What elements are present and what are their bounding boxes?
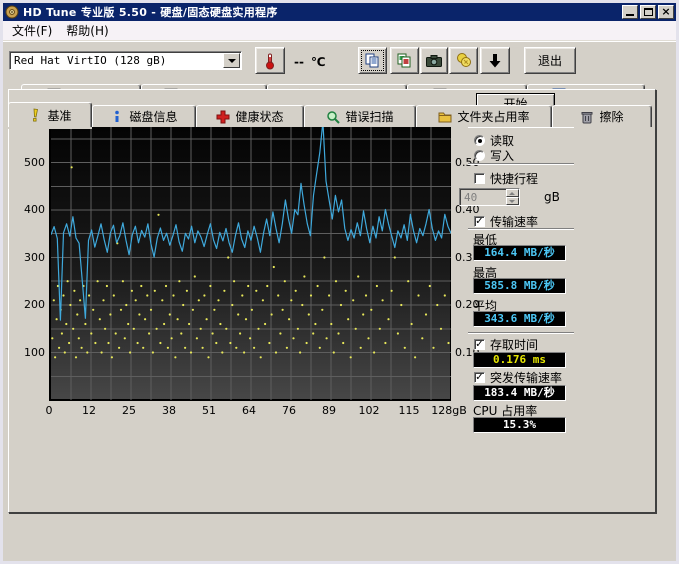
axis-tick-label: 100 <box>11 346 45 359</box>
axis-tick-label: 89 <box>322 404 336 417</box>
write-radio[interactable]: 写入 <box>474 147 514 164</box>
short-stroke-size-value: 40 <box>460 189 506 205</box>
chevron-up-icon <box>509 192 515 195</box>
separator <box>468 163 574 165</box>
tab-benchmark[interactable]: 基准 <box>8 102 92 127</box>
axis-tick-label: 0 <box>46 404 53 417</box>
window-title: HD Tune 专业版 5.50 - 硬盘/固态硬盘实用程序 <box>23 4 620 20</box>
chart-canvas <box>51 115 451 400</box>
axis-tick-label: 38 <box>162 404 176 417</box>
close-button[interactable]: × <box>658 5 674 19</box>
short-stroke-size-stepper[interactable]: 40 <box>459 188 520 206</box>
info-icon <box>110 110 124 124</box>
maximize-icon <box>644 8 653 16</box>
menu-file[interactable]: 文件(F) <box>5 20 59 41</box>
burst-rate-label: 突发传输速率 <box>490 369 562 386</box>
burst-rate-display: 183.4 MB/秒 <box>473 385 566 401</box>
tab-error-scan[interactable]: 错误扫描 <box>304 105 416 127</box>
checkbox-icon: ✓ <box>474 216 485 227</box>
checkbox-icon: ✓ <box>474 339 485 350</box>
axis-tick-label: 300 <box>11 251 45 264</box>
tab-erase[interactable]: 擦除 <box>552 105 652 127</box>
health-cross-icon <box>216 110 230 124</box>
tab-disk-info[interactable]: 磁盘信息 <box>92 105 196 127</box>
write-radio-label: 写入 <box>490 147 514 164</box>
close-icon: × <box>659 5 673 19</box>
minimize-button[interactable] <box>622 5 638 19</box>
benchmark-icon <box>28 108 42 122</box>
axis-tick-label: 51 <box>202 404 216 417</box>
tab-label: 磁盘信息 <box>129 108 177 125</box>
burst-rate-checkbox[interactable]: ✓ 突发传输速率 <box>474 369 562 386</box>
benchmark-controls: 开始 读取 写入 快捷行程 40 <box>459 90 580 514</box>
short-stroke-unit: gB <box>544 190 560 204</box>
tab-label: 文件夹占用率 <box>457 108 529 125</box>
tab-label: 擦除 <box>599 108 623 125</box>
checkbox-icon: ✓ <box>474 372 485 383</box>
checkbox-icon <box>474 173 485 184</box>
app-frame: HD Tune 专业版 5.50 - 硬盘/固态硬盘实用程序 × 文件(F) 帮… <box>3 3 676 561</box>
access-time-display: 0.176 ms <box>473 352 566 368</box>
separator <box>468 332 574 334</box>
axis-tick-label: 25 <box>122 404 136 417</box>
access-time-checkbox[interactable]: ✓ 存取时间 <box>474 336 538 353</box>
axis-tick-label: 115 <box>399 404 420 417</box>
app-icon <box>5 5 19 19</box>
stepper-down-button[interactable] <box>506 197 519 205</box>
min-value-display: 164.4 MB/秒 <box>473 245 566 261</box>
tab-row-front: 基准 磁盘信息 健康状态 <box>8 105 658 127</box>
menu-help[interactable]: 帮助(H) <box>59 20 115 41</box>
chevron-down-icon <box>509 200 515 203</box>
tab-folder-usage[interactable]: 文件夹占用率 <box>416 105 552 127</box>
magnifier-icon <box>326 110 340 124</box>
short-stroke-label: 快捷行程 <box>490 170 538 187</box>
cpu-usage-display: 15.3% <box>473 417 566 433</box>
tab-label: 健康状态 <box>235 108 283 125</box>
tab-label: 错误扫描 <box>345 108 393 125</box>
axis-tick-label: 102 <box>359 404 380 417</box>
tab-health[interactable]: 健康状态 <box>196 105 304 127</box>
maximize-button[interactable] <box>640 5 656 19</box>
separator <box>468 228 574 230</box>
window-titlebar: HD Tune 专业版 5.50 - 硬盘/固态硬盘实用程序 × <box>3 3 676 21</box>
avg-value-display: 343.6 MB/秒 <box>473 311 566 327</box>
max-value-display: 585.8 MB/秒 <box>473 278 566 294</box>
benchmark-chart <box>49 114 451 401</box>
axis-tick-label: 400 <box>11 203 45 216</box>
folder-icon <box>438 110 452 124</box>
axis-tick-label: 64 <box>242 404 256 417</box>
axis-tick-label: 500 <box>11 156 45 169</box>
trash-icon <box>580 110 594 124</box>
short-stroke-checkbox[interactable]: 快捷行程 <box>474 170 538 187</box>
benchmark-page: MB/秒 ms 600500400300200100 0.600.500.400… <box>8 89 656 513</box>
minimize-icon <box>626 14 634 16</box>
tab-label: 基准 <box>47 107 71 124</box>
axis-tick-label: 12 <box>82 404 96 417</box>
access-time-label: 存取时间 <box>490 336 538 353</box>
axis-tick-label: 200 <box>11 298 45 311</box>
axis-tick-label: 76 <box>282 404 296 417</box>
stepper-up-button[interactable] <box>506 189 519 197</box>
radio-icon <box>474 135 485 146</box>
menu-bar: 文件(F) 帮助(H) <box>3 21 676 41</box>
radio-icon <box>474 150 485 161</box>
tab-strip: 文件基准 磁盘监视器 自动噪音管理 <box>3 41 676 89</box>
application-window: HD Tune 专业版 5.50 - 硬盘/固态硬盘实用程序 × 文件(F) 帮… <box>0 0 679 564</box>
